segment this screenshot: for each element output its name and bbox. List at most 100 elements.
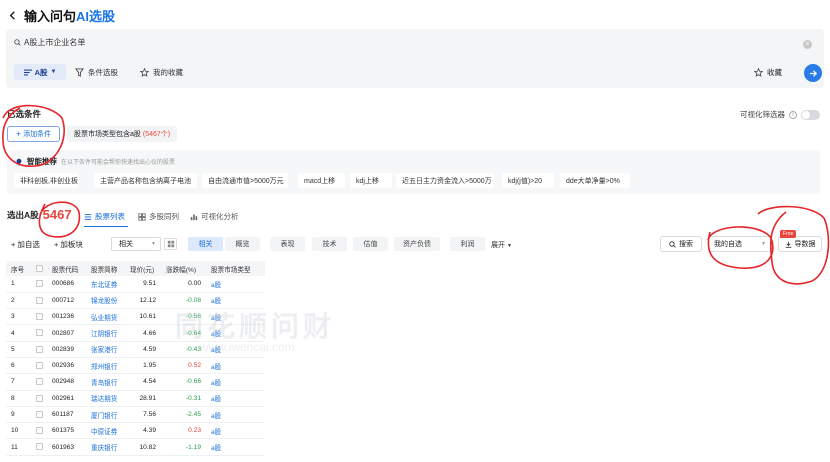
category-tab[interactable]: 利润 [450,237,485,251]
condition-select-button[interactable]: 条件选股 [75,67,118,78]
recommend-tag[interactable]: 非科创板,非创业板 [14,173,78,188]
condition-tag[interactable]: 股票市场类型包含a股 (5467个) [67,126,178,142]
col-header-price[interactable]: 现价(元) [125,261,161,276]
stock-code: 000712 [47,292,86,310]
recommend-tag[interactable]: kdj(j值)>20 [502,173,554,188]
expand-button[interactable]: 展开 ▼ [491,240,512,250]
stock-name-link[interactable]: 张家港行 [86,341,125,358]
row-select[interactable] [31,406,47,424]
visual-filter-toggle[interactable] [801,109,820,120]
category-tab[interactable]: 相关 [188,237,223,251]
add-board-button[interactable]: + 加板块 [54,239,83,250]
row-checkbox[interactable] [36,345,43,353]
tab-stock-list[interactable]: 股票列表 [84,211,125,222]
export-data-label: 导数据 [794,241,816,248]
category-tab[interactable]: 概览 [225,237,260,251]
table-row[interactable]: 3 001236 弘业期货 10.61 -0.56 a股 [6,308,265,326]
row-select[interactable] [31,422,47,440]
category-tab[interactable]: 资产负债 [394,237,440,251]
row-checkbox[interactable] [36,427,43,435]
add-watchlist-button[interactable]: + 加自选 [11,239,40,250]
col-header-code[interactable]: 股票代码 [47,261,86,276]
table-row[interactable]: 8 002961 瑞达期货 28.91 -0.31 a股 [6,390,265,407]
col-header-select-all[interactable] [31,261,47,276]
row-checkbox[interactable] [36,296,43,304]
stock-name-link[interactable]: 郑州银行 [86,357,125,375]
row-select[interactable] [31,373,47,391]
back-arrow-icon[interactable] [0,0,24,30]
stock-name-link[interactable]: 江阴银行 [86,324,125,342]
row-index: 10 [6,422,31,440]
stock-market-type: a股 [206,341,265,358]
recommend-tag[interactable]: macd上移 [298,173,345,188]
result-summary: 选出A股 5467 [7,207,72,222]
table-row[interactable]: 4 002807 江阴银行 4.66 -0.64 a股 [6,324,265,342]
add-condition-button[interactable]: + 添加条件 [7,126,60,142]
row-select[interactable] [31,390,47,407]
column-group-select[interactable]: 相关 ▼ [111,237,161,251]
table-row[interactable]: 2 000712 锦龙股份 12.12 -0.08 a股 [6,292,265,310]
stock-name-link[interactable]: 弘业期货 [86,308,125,326]
recommend-tag[interactable]: 自由流通市值>5000万元 [202,173,288,188]
star-icon [754,68,763,77]
category-tab[interactable]: 估值 [353,237,388,251]
stock-name-link[interactable]: 中原证券 [86,422,125,440]
recommend-tag[interactable]: dde大单净量>0% [560,173,630,188]
stock-change: -0.56 [161,308,206,326]
table-row[interactable]: 11 601963 重庆银行 10.82 -1.19 a股 [6,438,265,456]
select-all-checkbox[interactable] [36,264,43,272]
row-index: 1 [6,276,31,293]
row-select[interactable] [31,341,47,358]
row-select[interactable] [31,308,47,326]
recommend-tag[interactable]: kdj上移 [350,173,392,188]
row-checkbox[interactable] [36,313,43,321]
row-select[interactable] [31,438,47,456]
info-icon[interactable]: i [789,110,797,119]
row-select[interactable] [31,357,47,375]
row-checkbox[interactable] [36,329,43,337]
category-tab[interactable]: 表现 [270,237,305,251]
submit-button[interactable] [804,64,822,82]
row-checkbox[interactable] [36,280,43,288]
tab-multi-stock[interactable]: 多股同列 [138,211,179,222]
column-settings-icon[interactable] [164,238,177,250]
row-checkbox[interactable] [36,394,43,402]
stock-code: 000686 [47,276,86,293]
market-select[interactable]: A股 ▼ [14,64,66,80]
col-header-name[interactable]: 股票简称 [86,261,125,276]
col-header-change[interactable]: 涨跌幅(%) [161,261,206,276]
table-row[interactable]: 10 601375 中原证券 4.39 0.23 a股 [6,422,265,440]
stock-name-link[interactable]: 青岛银行 [86,373,125,391]
stock-name-link[interactable]: 厦门银行 [86,406,125,424]
query-input[interactable]: A股上市企业名单 [14,37,85,48]
recommend-tag[interactable]: 主营产品名称包含纳离子电池 [94,173,197,188]
table-row[interactable]: 9 601187 厦门银行 7.56 -2.45 a股 [6,406,265,424]
clear-query-icon[interactable]: × [803,40,812,49]
tab-visual-analysis[interactable]: 可视化分析 [190,211,239,222]
row-checkbox[interactable] [36,443,43,451]
stock-name-link[interactable]: 锦龙股份 [86,292,125,310]
export-data-button[interactable]: 导数据 [778,236,822,252]
stock-price: 10.61 [125,308,161,326]
my-watchlist-select[interactable]: 我的自选 ▼ [708,236,772,252]
table-row[interactable]: 7 002948 青岛银行 4.54 -0.66 a股 [6,373,265,391]
stock-name-link[interactable]: 瑞达期货 [86,390,125,407]
table-row[interactable]: 1 000686 东北证券 9.51 0.00 a股 [6,276,265,293]
query-text: A股上市企业名单 [24,38,86,47]
row-checkbox[interactable] [36,410,43,418]
row-select[interactable] [31,276,47,293]
category-tab[interactable]: 技术 [312,237,347,251]
stock-name-link[interactable]: 东北证券 [86,276,125,293]
col-header-market[interactable]: 股票市场类型 [206,261,265,276]
row-select[interactable] [31,324,47,342]
stock-name-link[interactable]: 重庆银行 [86,438,125,456]
table-row[interactable]: 6 002936 郑州银行 1.95 0.52 a股 [6,357,265,375]
table-search-button[interactable]: 搜索 [660,236,702,252]
row-checkbox[interactable] [36,362,43,369]
recommend-tag[interactable]: 近五日主力资金流入>5000万 [396,173,494,188]
row-checkbox[interactable] [36,378,43,386]
my-favorites-button[interactable]: 我的收藏 [140,67,183,78]
collect-button[interactable]: 收藏 [754,67,782,78]
table-row[interactable]: 5 002839 张家港行 4.59 -0.43 a股 [6,341,265,358]
row-select[interactable] [31,292,47,310]
